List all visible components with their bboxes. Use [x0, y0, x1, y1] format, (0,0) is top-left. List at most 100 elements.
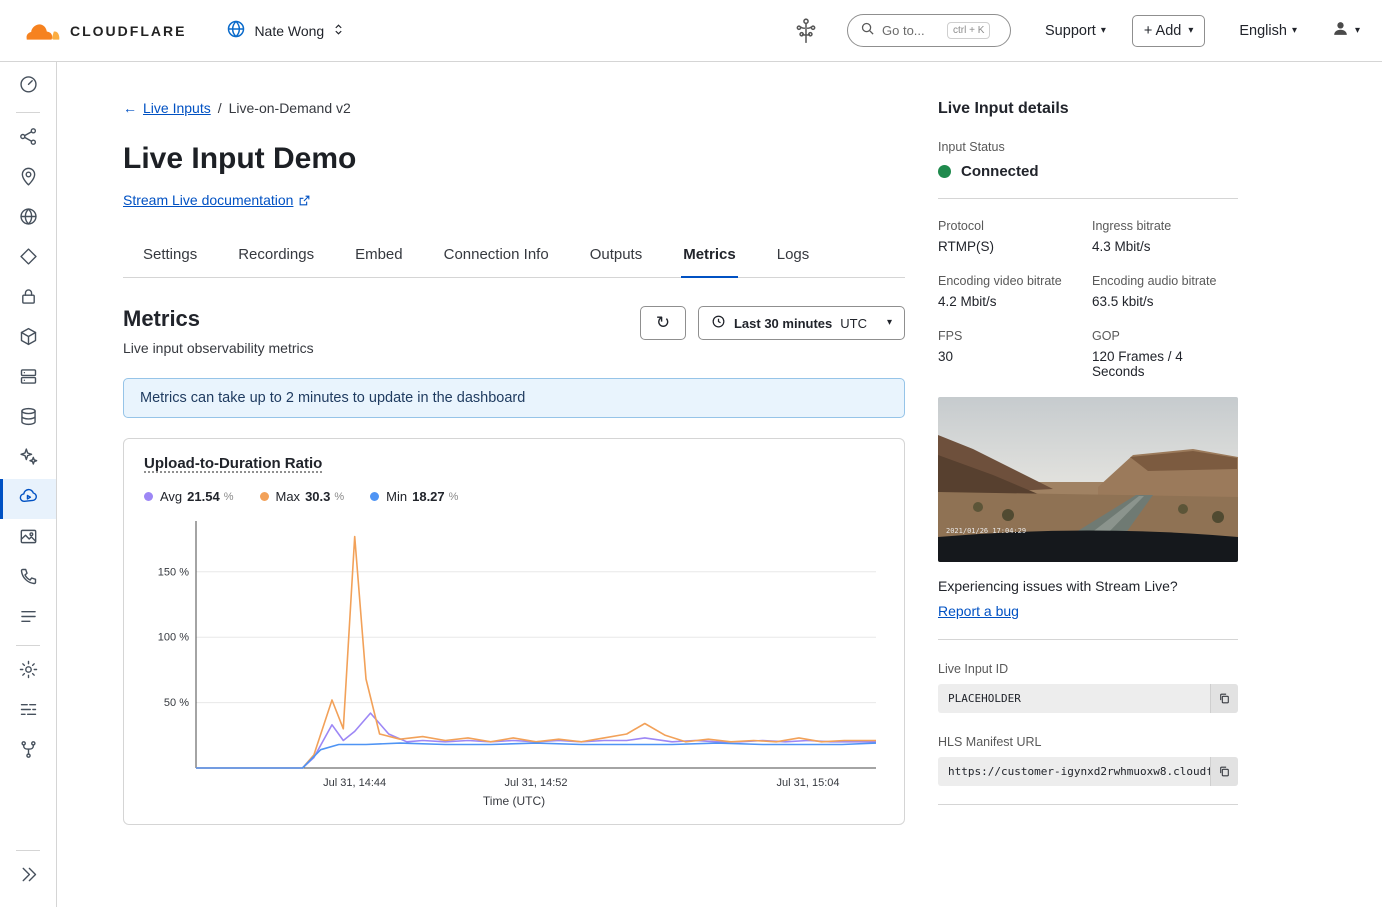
sidebar-item-lock[interactable] [0, 279, 56, 319]
breadcrumb-back-link[interactable]: ← Live Inputs [123, 100, 211, 116]
expand-icon [18, 864, 39, 890]
time-range-dropdown[interactable]: Last 30 minutes UTC ▾ [698, 306, 905, 340]
globe-icon [226, 19, 246, 42]
legend-value: 18.27 [412, 489, 445, 504]
sidebar-item-queues[interactable] [0, 599, 56, 639]
sidebar-item-globe[interactable] [0, 199, 56, 239]
language-menu[interactable]: English ▾ [1239, 23, 1297, 39]
detail-label: Encoding audio bitrate [1092, 274, 1238, 288]
tab-recordings[interactable]: Recordings [236, 238, 316, 278]
legend-unit: % [449, 491, 459, 503]
detail-value: 30 [938, 349, 1084, 364]
sidebar-item-images[interactable] [0, 519, 56, 559]
chart-svg: 50 %100 %150 %Jul 31, 14:44Jul 31, 14:52… [144, 516, 884, 794]
chevron-down-icon: ▾ [887, 318, 892, 328]
sidebar-item-expand[interactable] [0, 857, 56, 897]
tree-icon[interactable] [793, 16, 819, 46]
live-input-id-field: PLACEHOLDER [938, 684, 1238, 713]
sidebar-item-map-pin[interactable] [0, 159, 56, 199]
tab-metrics[interactable]: Metrics [681, 238, 738, 278]
breadcrumb-separator: / [218, 100, 222, 116]
tab-settings[interactable]: Settings [141, 238, 199, 278]
input-status-label: Input Status [938, 140, 1238, 154]
search-input[interactable] [882, 23, 940, 38]
detail-value: 63.5 kbit/s [1092, 294, 1238, 309]
refresh-icon: ↻ [656, 313, 670, 333]
keyboard-shortcut-badge: ctrl + K [947, 22, 990, 39]
tab-embed[interactable]: Embed [353, 238, 405, 278]
sidebar-item-database[interactable] [0, 399, 56, 439]
tab-connection-info[interactable]: Connection Info [442, 238, 551, 278]
legend-dot [144, 492, 153, 501]
sidebar-item-stream-cloud[interactable] [0, 479, 56, 519]
breadcrumb-current: Live-on-Demand v2 [229, 100, 351, 116]
live-input-id-value: PLACEHOLDER [938, 692, 1210, 705]
ai-sparkles-icon [18, 446, 39, 472]
user-menu[interactable]: ▾ [1331, 19, 1360, 42]
time-range-label: Last 30 minutes [734, 316, 832, 331]
sidebar-item-settings-gear[interactable] [0, 652, 56, 692]
stream-cloud-icon [18, 486, 39, 512]
chevron-down-icon: ▾ [1355, 26, 1360, 36]
cloudflare-logo[interactable]: CLOUDFLARE [22, 18, 186, 44]
details-grid: ProtocolRTMP(S)Ingress bitrate4.3 Mbit/s… [938, 219, 1238, 379]
person-icon [1331, 19, 1350, 42]
support-menu[interactable]: Support ▾ [1045, 23, 1106, 39]
detail-field: Encoding video bitrate4.2 Mbit/s [938, 274, 1084, 309]
main-column: ← Live Inputs / Live-on-Demand v2 Live I… [123, 100, 905, 907]
svg-text:150 %: 150 % [158, 566, 189, 578]
support-label: Support [1045, 23, 1096, 39]
divider [938, 198, 1238, 199]
workspace: ← Live Inputs / Live-on-Demand v2 Live I… [0, 62, 1382, 907]
documentation-link[interactable]: Stream Live documentation [123, 192, 311, 208]
sidebar-item-package[interactable] [0, 319, 56, 359]
chevron-down-icon: ▾ [1188, 26, 1193, 36]
detail-value: 4.3 Mbit/s [1092, 239, 1238, 254]
registrar-diamond-icon [18, 246, 39, 272]
sidebar-item-registrar-diamond[interactable] [0, 239, 56, 279]
video-timestamp: 2021/01/26 17:04:29 [946, 527, 1026, 535]
external-link-icon [298, 194, 311, 207]
copy-hls-button[interactable] [1210, 757, 1238, 786]
globe-icon [18, 206, 39, 232]
report-bug-link[interactable]: Report a bug [938, 603, 1019, 619]
metrics-header: Metrics Live input observability metrics… [123, 306, 905, 356]
sidebar [0, 62, 57, 907]
video-frame: 2021/01/26 17:04:29 [938, 397, 1238, 562]
chart-xlabel: Time (UTC) [144, 794, 884, 808]
chevron-updown-icon [332, 22, 345, 40]
language-label: English [1239, 23, 1287, 39]
metrics-controls: ↻ Last 30 minutes UTC ▾ [640, 306, 905, 340]
topbar: CLOUDFLARE Nate Wong ctrl + K Support ▾ … [0, 0, 1382, 62]
sidebar-item-network[interactable] [0, 119, 56, 159]
chevron-down-icon: ▾ [1292, 26, 1297, 36]
account-switcher[interactable]: Nate Wong [226, 19, 345, 42]
hls-manifest-value: https://customer-igynxd2rwhmuoxw8.cloudf [938, 765, 1210, 778]
sidebar-item-pipelines[interactable] [0, 692, 56, 732]
metrics-subheading: Live input observability metrics [123, 340, 314, 356]
legend-item-max[interactable]: Max30.3% [260, 489, 345, 504]
sidebar-item-ai-sparkles[interactable] [0, 439, 56, 479]
legend-name: Max [276, 489, 301, 504]
detail-field: ProtocolRTMP(S) [938, 219, 1084, 254]
tab-logs[interactable]: Logs [775, 238, 812, 278]
copy-icon [1218, 692, 1231, 705]
legend-value: 30.3 [305, 489, 330, 504]
sidebar-item-calls[interactable] [0, 559, 56, 599]
tab-outputs[interactable]: Outputs [588, 238, 645, 278]
status-value: Connected [961, 163, 1039, 180]
sidebar-item-fork[interactable] [0, 732, 56, 772]
legend-item-min[interactable]: Min18.27% [370, 489, 458, 504]
legend-item-avg[interactable]: Avg21.54% [144, 489, 234, 504]
add-button[interactable]: + Add ▾ [1132, 15, 1206, 47]
info-banner-text: Metrics can take up to 2 minutes to upda… [140, 390, 525, 406]
package-icon [18, 326, 39, 352]
video-preview[interactable]: 2021/01/26 17:04:29 [938, 397, 1238, 562]
refresh-button[interactable]: ↻ [640, 306, 686, 340]
detail-field: Encoding audio bitrate 63.5 kbit/s [1092, 274, 1238, 309]
sidebar-item-server[interactable] [0, 359, 56, 399]
search-box[interactable]: ctrl + K [847, 14, 1011, 47]
copy-input-id-button[interactable] [1210, 684, 1238, 713]
breadcrumb-back-label: Live Inputs [143, 100, 211, 116]
sidebar-item-speed[interactable] [0, 66, 56, 106]
